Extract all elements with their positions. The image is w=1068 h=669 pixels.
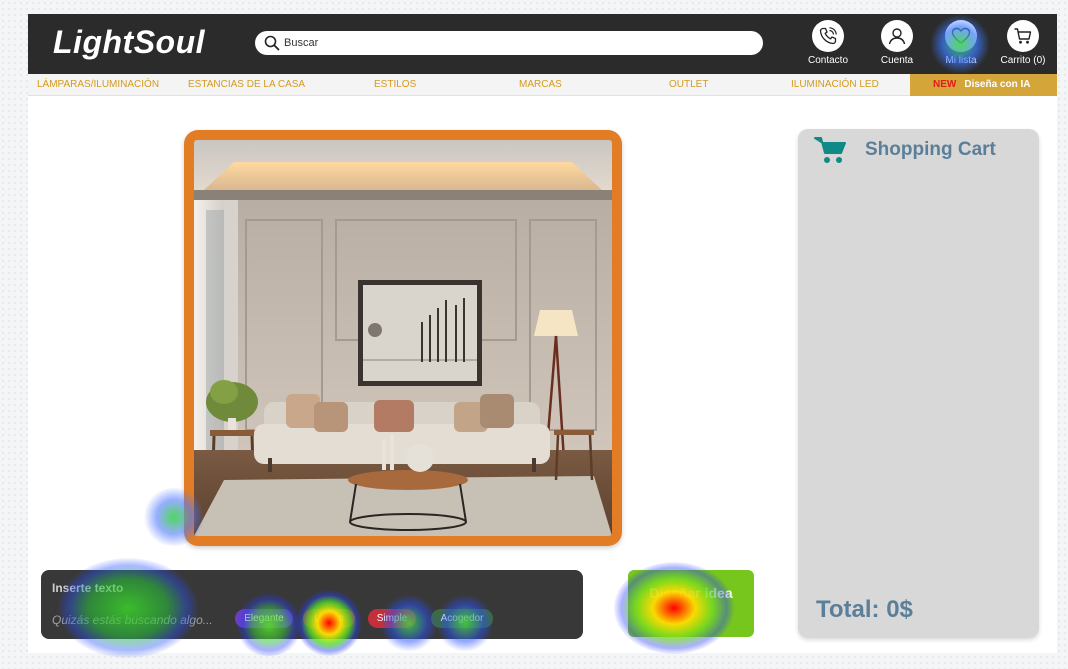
nav-item-outlet[interactable]: OUTLET <box>669 79 708 90</box>
contact-button[interactable]: Contacto <box>798 20 858 72</box>
search-bar[interactable] <box>255 31 763 55</box>
cart-icon-circle <box>1007 20 1039 52</box>
wishlist-label: Mi lista <box>945 55 977 66</box>
heart-icon <box>951 27 971 44</box>
shopping-cart-panel: Shopping Cart Total: 0$ <box>798 129 1039 638</box>
phone-icon <box>819 27 837 45</box>
shopping-cart-icon <box>1014 28 1032 44</box>
app-frame: LightSoul Contacto <box>28 14 1057 653</box>
cart-total: Total: 0$ <box>816 596 913 623</box>
logo[interactable]: LightSoul <box>53 24 205 61</box>
chip-elegante[interactable]: Elegante <box>235 609 293 628</box>
wishlist-button[interactable]: Mi lista <box>931 20 991 72</box>
cart-label: Carrito (0) <box>1000 55 1046 66</box>
ai-prompt-box: Inserte texto Elegante Lujoso Simple Aco… <box>41 570 583 639</box>
account-label: Cuenta <box>880 55 914 66</box>
account-button[interactable]: Cuenta <box>867 20 927 72</box>
header: LightSoul Contacto <box>28 14 1057 74</box>
contact-label: Contacto <box>807 55 849 66</box>
contact-icon-circle <box>812 20 844 52</box>
nav-item-estilos[interactable]: ESTILOS <box>374 79 416 90</box>
search-icon <box>264 35 280 51</box>
cart-header-button[interactable]: Carrito (0) <box>993 20 1053 72</box>
prompt-label: Inserte texto <box>52 581 124 595</box>
living-room-image[interactable] <box>194 140 612 536</box>
account-icon-circle <box>881 20 913 52</box>
new-badge: NEW <box>933 79 957 90</box>
chip-lujoso[interactable]: Lujoso <box>303 609 355 628</box>
nav-item-marcas[interactable]: MARCAS <box>519 79 562 90</box>
nav-item-lamparas[interactable]: LÁMPARAS/ILUMINACIÓN <box>37 79 159 90</box>
nav-item-design-ai[interactable]: NEW Diseña con IA <box>910 74 1057 96</box>
chip-acogedor[interactable]: Acogedor <box>431 609 493 628</box>
chip-simple[interactable]: Simple <box>368 609 416 628</box>
nav-item-estancias[interactable]: ESTANCIAS DE LA CASA <box>188 79 305 90</box>
wishlist-icon-circle <box>945 20 977 52</box>
design-idea-button[interactable]: Diseñar idea <box>628 570 754 637</box>
prompt-input[interactable] <box>52 612 230 628</box>
shopping-cart-icon <box>814 137 846 163</box>
design-ai-label: Diseña con IA <box>964 79 1031 90</box>
category-nav: LÁMPARAS/ILUMINACIÓN ESTANCIAS DE LA CAS… <box>28 74 1057 96</box>
search-input[interactable] <box>284 34 744 52</box>
room-image-frame <box>184 130 622 546</box>
nav-item-led[interactable]: ILUMINACIÓN LED <box>791 79 879 90</box>
user-icon <box>888 28 906 45</box>
cart-title: Shopping Cart <box>865 139 996 160</box>
